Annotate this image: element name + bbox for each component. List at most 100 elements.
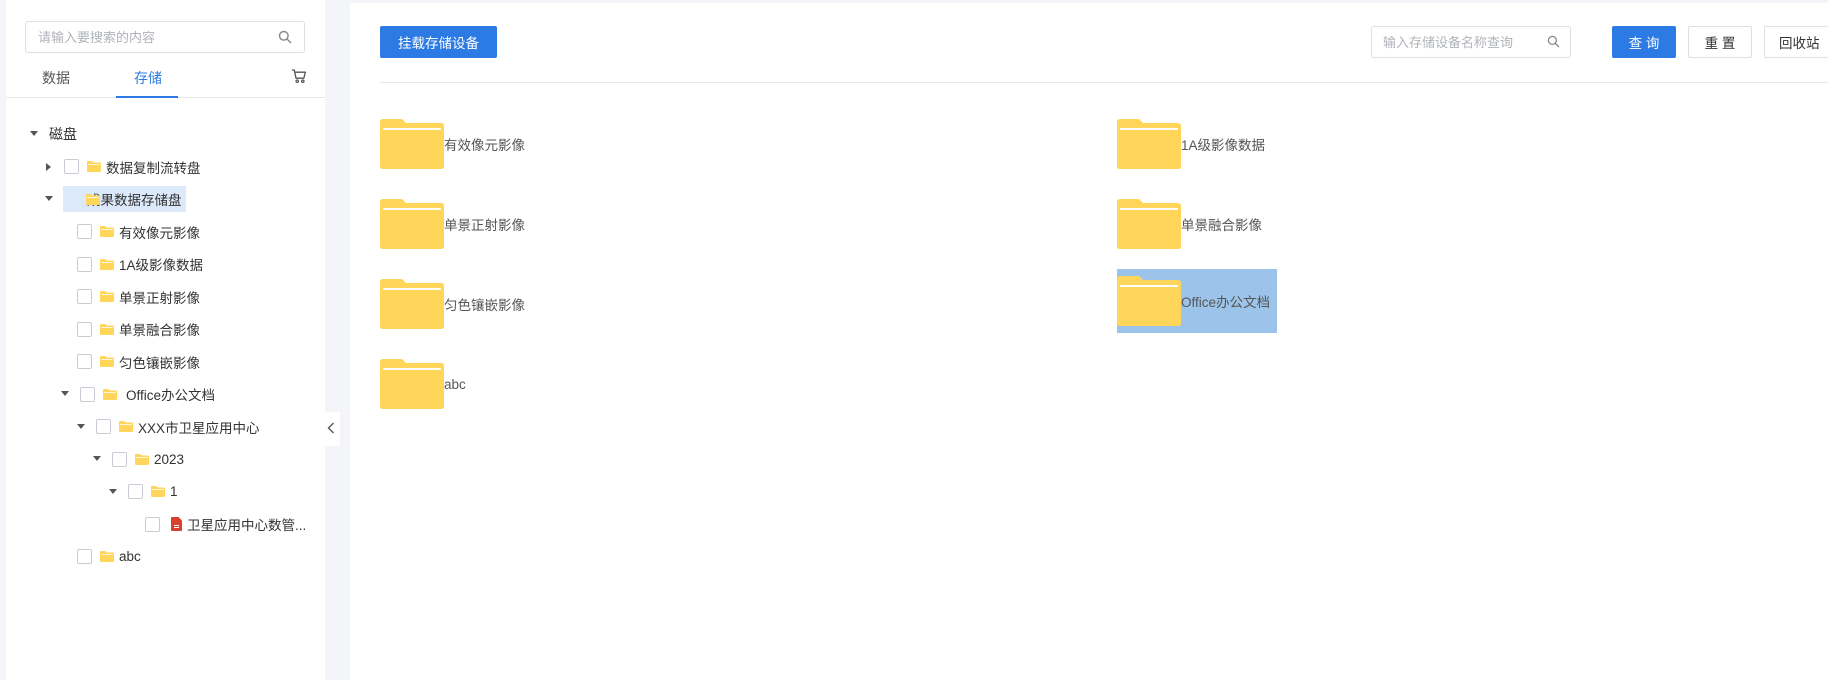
storage-tree: 磁盘 数据复制流转盘 成果数据存储盘 有效像元影像 1A级影像数据 单景正射影像…: [6, 118, 325, 573]
tree-node-data-replication-disk[interactable]: 数据复制流转盘: [6, 151, 325, 184]
folder-icon: [100, 551, 114, 563]
caret-down-icon[interactable]: [28, 128, 40, 140]
folder-icon: [103, 388, 117, 400]
left-sidebar: 数据 存储 磁盘 数据复制流转盘 成果数据存储盘: [6, 0, 325, 680]
tab-storage[interactable]: 存储: [134, 68, 162, 88]
chevron-left-icon[interactable]: [327, 421, 335, 437]
tree-node-ortho[interactable]: 单景正射影像: [6, 281, 325, 314]
folder-item-1a-data[interactable]: 1A级影像数据: [1117, 112, 1265, 176]
folder-icon: [135, 453, 149, 465]
folder-icon: [87, 161, 101, 173]
mount-storage-button[interactable]: 挂载存储设备: [380, 26, 497, 58]
tree-checkbox[interactable]: [77, 289, 92, 305]
tree-checkbox[interactable]: [128, 484, 143, 500]
search-icon[interactable]: [1547, 35, 1560, 51]
caret-down-icon[interactable]: [91, 453, 103, 465]
folder-icon: [380, 119, 444, 169]
tree-checkbox[interactable]: [64, 159, 79, 175]
tree-node-fusion[interactable]: 单景融合影像: [6, 313, 325, 346]
tree-node-label: 2023: [154, 451, 185, 467]
tree-checkbox[interactable]: [112, 451, 127, 467]
tree-node-label: 成果数据存储盘: [87, 193, 182, 209]
tree-node-label: Office办公文档: [126, 388, 216, 404]
tree-node-result-data-disk[interactable]: 成果数据存储盘: [6, 183, 325, 216]
folder-name: 匀色镶嵌影像: [444, 298, 525, 313]
folder-icon: [100, 226, 114, 238]
caret-down-icon[interactable]: [59, 388, 71, 400]
main-content: 挂载存储设备 查 询 重 置 回收站 有效像元影像 1A级影像数据 单景正射影像…: [350, 3, 1828, 680]
pdf-file-icon: [171, 517, 182, 532]
folder-item-ortho[interactable]: 单景正射影像: [380, 192, 525, 256]
folder-name: Office办公文档: [1181, 295, 1271, 310]
tree-node-label: 1A级影像数据: [119, 258, 204, 274]
tree-node-satellite-center[interactable]: XXX市卫星应用中心: [6, 411, 325, 444]
active-tab-indicator: [116, 96, 178, 98]
folder-icon: [100, 291, 114, 303]
tree-node-office-docs[interactable]: Office办公文档: [6, 378, 325, 411]
tree-node-label: 1: [170, 484, 178, 500]
recycle-bin-button[interactable]: 回收站: [1764, 26, 1828, 58]
tree-node-label: 有效像元影像: [119, 225, 200, 241]
tree-node-label: abc: [119, 549, 141, 565]
toolbar-divider: [380, 82, 1828, 83]
folder-item-abc[interactable]: abc: [380, 352, 466, 416]
tab-data[interactable]: 数据: [42, 68, 70, 88]
query-button[interactable]: 查 询: [1612, 26, 1676, 58]
sidebar-search-input[interactable]: [38, 22, 268, 52]
folder-icon: [1117, 119, 1181, 169]
tree-checkbox[interactable]: [77, 321, 92, 337]
tree-node-1a-data[interactable]: 1A级影像数据: [6, 248, 325, 281]
search-icon[interactable]: [278, 30, 292, 47]
tree-node-label: 磁盘: [49, 126, 77, 143]
tree-node-abc[interactable]: abc: [6, 541, 325, 574]
sidebar-collapse-button[interactable]: [322, 412, 340, 446]
tree-node-1[interactable]: 1: [6, 476, 325, 509]
folder-icon: [119, 421, 133, 433]
folder-icon: [100, 356, 114, 368]
folder-icon: [100, 323, 114, 335]
tree-node-label: 单景正射影像: [119, 290, 200, 306]
tree-checkbox[interactable]: [77, 256, 92, 272]
tree-checkbox[interactable]: [145, 516, 160, 532]
tree-checkbox[interactable]: [77, 224, 92, 240]
folder-icon: [380, 279, 444, 329]
caret-down-icon[interactable]: [107, 486, 119, 498]
cart-icon[interactable]: [291, 68, 307, 87]
tree-node-label: 单景融合影像: [119, 323, 200, 339]
tree-checkbox[interactable]: [80, 386, 95, 402]
storage-name-input[interactable]: [1383, 27, 1543, 57]
folder-item-mosaic[interactable]: 匀色镶嵌影像: [380, 272, 525, 336]
tree-checkbox[interactable]: [77, 549, 92, 565]
folder-name: 单景正射影像: [444, 218, 525, 233]
sidebar-tabs: 数据 存储: [6, 62, 325, 98]
sidebar-search[interactable]: [25, 21, 305, 53]
tree-node-2023[interactable]: 2023: [6, 443, 325, 476]
folder-icon: [86, 193, 100, 205]
folder-icon: [1117, 276, 1181, 326]
tree-node-label: XXX市卫星应用中心: [138, 420, 260, 436]
caret-down-icon[interactable]: [43, 193, 55, 205]
tree-node-pdf-file[interactable]: 卫星应用中心数管...: [6, 508, 325, 541]
folder-name: 单景融合影像: [1181, 218, 1262, 233]
tree-node-mosaic[interactable]: 匀色镶嵌影像: [6, 346, 325, 379]
tree-node-label: 卫星应用中心数管...: [187, 518, 307, 534]
tree-checkbox[interactable]: [96, 419, 111, 435]
folder-icon: [100, 258, 114, 270]
tree-checkbox[interactable]: [77, 354, 92, 370]
storage-name-filter[interactable]: [1371, 26, 1571, 58]
tree-node-label: 匀色镶嵌影像: [119, 355, 200, 371]
caret-right-icon[interactable]: [43, 161, 55, 173]
tree-node-valid-pixel[interactable]: 有效像元影像: [6, 216, 325, 249]
reset-button[interactable]: 重 置: [1688, 26, 1752, 58]
caret-down-icon[interactable]: [75, 421, 87, 433]
tree-node-disk[interactable]: 磁盘: [6, 118, 325, 151]
folder-item-office-docs[interactable]: Office办公文档: [1117, 269, 1277, 333]
tree-node-label: 数据复制流转盘: [106, 160, 201, 176]
folder-item-valid-pixel[interactable]: 有效像元影像: [380, 112, 525, 176]
folder-name: 有效像元影像: [444, 138, 525, 153]
folder-item-fusion[interactable]: 单景融合影像: [1117, 192, 1262, 256]
folder-icon: [380, 359, 444, 409]
tree-node-label-highlighted: 成果数据存储盘: [63, 186, 186, 213]
folder-icon: [1117, 199, 1181, 249]
folder-icon: [151, 486, 165, 498]
